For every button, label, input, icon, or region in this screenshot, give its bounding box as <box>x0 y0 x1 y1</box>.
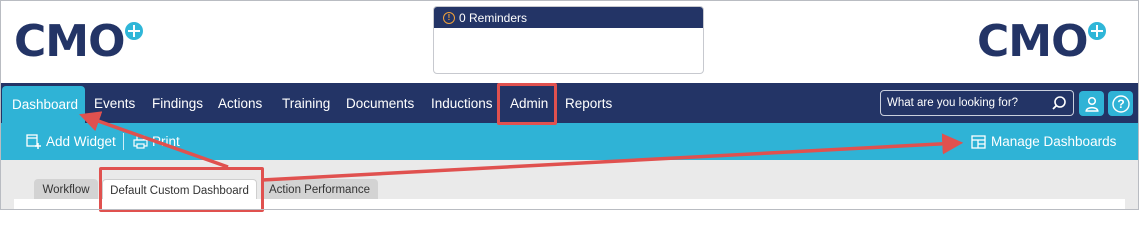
arrow-to-manage-dashboards <box>261 133 964 182</box>
annotation-arrows <box>79 111 964 182</box>
arrow-to-dashboard <box>79 111 229 169</box>
